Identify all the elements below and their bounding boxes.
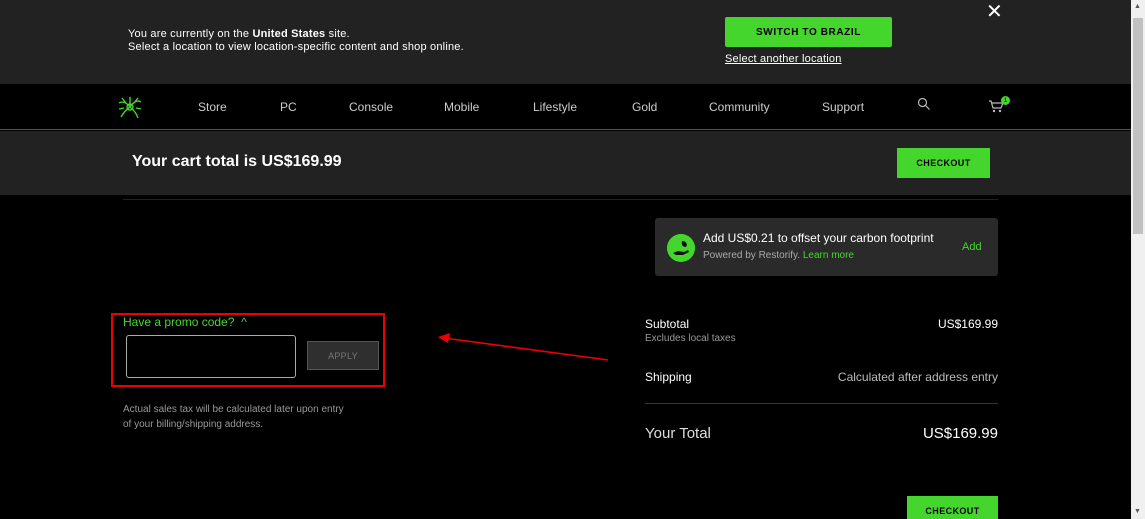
razer-logo-icon[interactable] [116,94,144,120]
nav-lifestyle[interactable]: Lifestyle [533,100,577,114]
geo-line2: Select a location to view location-speci… [128,41,464,53]
search-icon[interactable] [917,97,931,111]
nav-console[interactable]: Console [349,100,393,114]
leaf-hand-icon [667,234,695,262]
apply-button[interactable]: APPLY [307,341,379,370]
carbon-offset-text: Add US$0.21 to offset your carbon footpr… [703,231,934,245]
scroll-down-icon[interactable]: ▼ [1134,508,1141,515]
scroll-thumb[interactable] [1133,18,1143,234]
your-total-label: Your Total [645,425,711,442]
close-icon[interactable]: ✕ [986,2,1003,22]
nav-store[interactable]: Store [198,100,227,114]
carbon-offset-card: Add US$0.21 to offset your carbon footpr… [655,218,998,276]
carbon-powered-by: Powered by Restorify. Learn more [703,250,854,261]
geo-line1-prefix: You are currently on the [128,28,253,40]
select-another-location-link[interactable]: Select another location [725,53,842,65]
subtotal-sublabel: Excludes local taxes [645,333,736,344]
subtotal-value: US$169.99 [937,317,998,331]
shipping-value: Calculated after address entry [837,370,998,384]
nav-community[interactable]: Community [709,100,770,114]
nav-gold[interactable]: Gold [632,100,657,114]
promo-toggle[interactable]: Have a promo code? ^ [123,315,247,329]
nav-support[interactable]: Support [822,100,864,114]
geo-current-country: United States [252,28,326,40]
checkout-button-top[interactable]: CHECKOUT [897,148,990,178]
learn-more-link[interactable]: Learn more [803,250,854,261]
shipping-label: Shipping [645,370,692,384]
checkout-button-bottom[interactable]: CHECKOUT [907,496,998,519]
page: You are currently on the United States s… [0,0,1145,519]
annotation-arrow-icon [438,333,609,361]
nav-pc[interactable]: PC [280,100,297,114]
divider [123,199,998,200]
cart-total-bar: Your cart total is US$169.99 CHECKOUT [0,131,1131,195]
your-total-value: US$169.99 [922,425,998,442]
nav-mobile[interactable]: Mobile [444,100,479,114]
cart-count-badge: 1 [1001,96,1010,105]
scrollbar[interactable]: ▲ ▼ [1131,0,1145,519]
geo-message: You are currently on the United States s… [128,28,464,54]
geo-banner: You are currently on the United States s… [0,0,1131,84]
scroll-up-icon[interactable]: ▲ [1134,3,1141,10]
promo-label: Have a promo code? [123,315,235,329]
chevron-up-icon: ^ [241,315,247,329]
switch-location-button[interactable]: SWITCH TO BRAZIL [725,17,892,47]
main-nav: Store PC Console Mobile Lifestyle Gold C… [0,84,1131,130]
summary-divider [645,403,998,404]
tax-note: Actual sales tax will be calculated late… [123,404,344,430]
carbon-add-button[interactable]: Add [962,241,982,253]
cart-total-title: Your cart total is US$169.99 [132,153,342,170]
promo-code-input[interactable] [126,335,296,378]
geo-line1-suffix: site. [325,28,350,40]
subtotal-label: Subtotal [645,317,690,331]
powered-by-text: Powered by Restorify. [703,250,801,261]
